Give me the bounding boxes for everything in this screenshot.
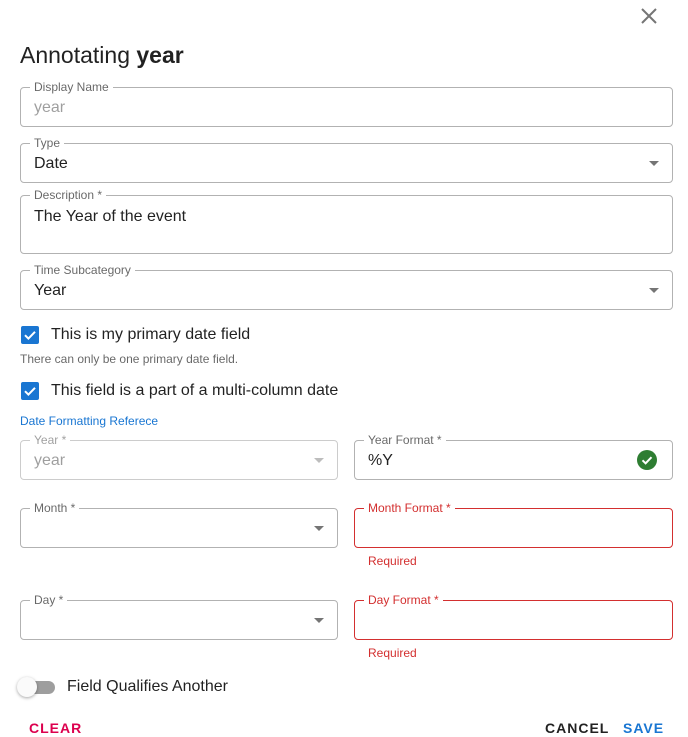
day-select[interactable]: Day * xyxy=(20,593,338,640)
year-format-value: %Y xyxy=(368,452,393,469)
time-subcategory-dropdown-icon xyxy=(649,288,659,293)
year-format-field[interactable]: Year Format * %Y xyxy=(354,433,673,480)
type-label: Type xyxy=(30,136,65,150)
month-format-field[interactable]: Month Format * xyxy=(354,501,673,548)
description-label: Description * xyxy=(30,188,107,202)
type-dropdown-icon xyxy=(649,161,659,166)
multi-column-label[interactable]: This field is a part of a multi-column d… xyxy=(51,381,338,401)
year-format-label: Year Format * xyxy=(364,433,446,447)
primary-date-checkbox[interactable] xyxy=(21,326,39,344)
year-dropdown-icon xyxy=(314,458,324,463)
cancel-button[interactable]: CANCEL xyxy=(545,720,609,736)
time-subcategory-value: Year xyxy=(34,282,67,299)
type-value: Date xyxy=(34,155,68,172)
primary-date-label[interactable]: This is my primary date field xyxy=(51,325,250,345)
display-name-label: Display Name xyxy=(30,80,113,94)
time-subcategory-label: Time Subcategory xyxy=(30,263,135,277)
dialog-title-column: year xyxy=(136,42,184,68)
check-circle-icon xyxy=(637,450,657,470)
type-select[interactable]: Type Date xyxy=(20,136,673,183)
day-format-label: Day Format * xyxy=(364,593,443,607)
year-select: Year * year xyxy=(20,433,338,480)
primary-date-helper: There can only be one primary date field… xyxy=(20,352,239,366)
year-label: Year * xyxy=(30,433,71,447)
dialog-title: Annotating year xyxy=(20,41,184,69)
month-label: Month * xyxy=(30,501,80,515)
multi-column-checkbox[interactable] xyxy=(21,382,39,400)
day-dropdown-icon xyxy=(314,618,324,623)
close-icon[interactable] xyxy=(636,3,662,29)
qualifies-switch-thumb[interactable] xyxy=(17,677,37,697)
time-subcategory-select[interactable]: Time Subcategory Year xyxy=(20,263,673,310)
date-formatting-reference-link[interactable]: Date Formatting Referece xyxy=(20,414,158,428)
month-select[interactable]: Month * xyxy=(20,501,338,548)
qualifies-switch-label[interactable]: Field Qualifies Another xyxy=(67,677,228,697)
month-format-label: Month Format * xyxy=(364,501,455,515)
year-placeholder: year xyxy=(34,452,66,469)
month-format-error: Required xyxy=(368,554,417,568)
display-name-field[interactable]: Display Name year xyxy=(20,80,673,127)
checkmark-icon xyxy=(24,387,36,397)
checkmark-icon xyxy=(24,331,36,341)
description-value: The Year of the event xyxy=(34,208,187,225)
day-format-field[interactable]: Day Format * xyxy=(354,593,673,640)
dialog-title-prefix: Annotating xyxy=(20,42,130,68)
month-dropdown-icon xyxy=(314,526,324,531)
display-name-placeholder: year xyxy=(34,99,66,116)
save-button[interactable]: SAVE xyxy=(623,720,664,736)
clear-button[interactable]: CLEAR xyxy=(29,720,82,736)
day-format-error: Required xyxy=(368,646,417,660)
day-label: Day * xyxy=(30,593,68,607)
description-field[interactable]: Description * The Year of the event xyxy=(20,188,673,254)
